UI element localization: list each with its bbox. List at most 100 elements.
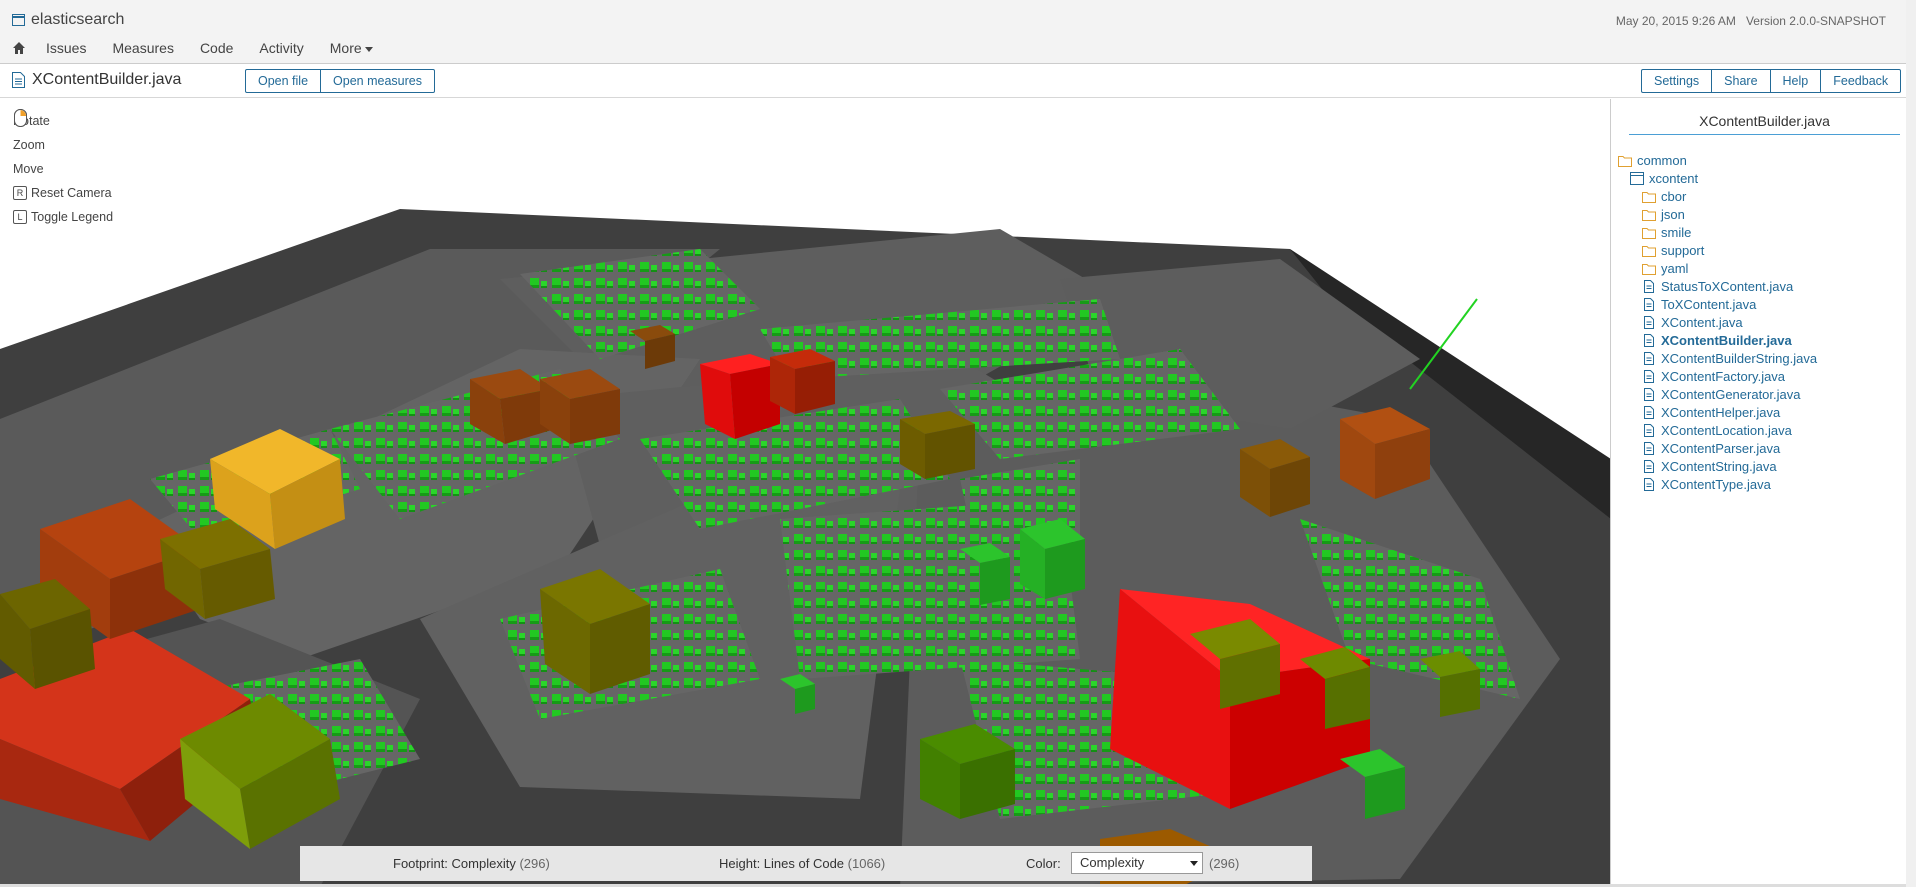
file-icon	[1644, 459, 1654, 473]
footprint-label: Footprint: Complexity	[393, 856, 516, 871]
tree-node-label: smile	[1661, 224, 1692, 240]
move-label: Move	[13, 162, 44, 176]
tree-node-label: XContentBuilderString.java	[1661, 350, 1818, 366]
window-scrollbar[interactable]	[1906, 0, 1916, 887]
file-title: XContentBuilder.java	[12, 71, 181, 89]
file-icon	[1644, 351, 1654, 365]
tree-title: XContentBuilder.java	[1629, 113, 1900, 135]
file-actions: Open file Open measures	[245, 69, 435, 93]
feedback-button[interactable]: Feedback	[1821, 69, 1902, 93]
file-icon	[1644, 387, 1654, 401]
home-icon[interactable]	[12, 41, 26, 55]
building[interactable]	[900, 411, 975, 479]
snapshot-date: May 20, 2015 9:26 AM	[1615, 14, 1736, 28]
tree-node-label: XContentGenerator.java	[1661, 386, 1801, 402]
tree-node-label: xcontent	[1649, 170, 1699, 186]
zoom-label: Zoom	[13, 138, 45, 152]
tree-node-label: json	[1661, 206, 1685, 222]
file-icon	[1644, 477, 1654, 491]
tree-node-label: cbor	[1661, 188, 1687, 204]
tree-node-label: XContentHelper.java	[1661, 404, 1781, 420]
color-metric-value: (296)	[1209, 856, 1239, 871]
mouse-icon	[14, 109, 27, 127]
file-name: XContentBuilder.java	[32, 71, 182, 88]
tree-node-label: ToXContent.java	[1661, 296, 1757, 312]
app: elasticsearch May 20, 2015 9:26 AM Versi…	[0, 0, 1916, 887]
folder-icon	[1642, 245, 1656, 257]
tree-node-label: StatusToXContent.java	[1661, 278, 1794, 294]
tree-node-label: XContentBuilder.java	[1661, 332, 1792, 348]
chevron-down-icon	[1190, 861, 1198, 866]
share-button[interactable]: Share	[1712, 69, 1771, 93]
height-metric: Height: Lines of Code (1066)	[719, 856, 885, 871]
file-icon	[1644, 405, 1654, 419]
folder-icon	[1618, 155, 1632, 167]
toggle-legend-control[interactable]: L Toggle Legend	[13, 205, 113, 229]
open-file-button[interactable]: Open file	[245, 69, 322, 93]
tree-node-label: XContentType.java	[1661, 476, 1771, 492]
file-icon	[1644, 279, 1654, 293]
folder-icon	[1642, 263, 1656, 275]
main-nav: Issues Measures Code Activity More	[12, 40, 399, 56]
file-icon	[1644, 441, 1654, 455]
package-icon	[1630, 171, 1644, 185]
camera-controls: Rotate Zoom Move R Reset Camera L Toggle…	[13, 109, 113, 229]
zoom-control[interactable]: Zoom	[13, 109, 113, 157]
top-bar: elasticsearch May 20, 2015 9:26 AM Versi…	[0, 0, 1906, 64]
chevron-down-icon	[364, 46, 373, 52]
code-city-render[interactable]	[0, 99, 1611, 887]
snapshot-version: Version 2.0.0-SNAPSHOT	[1745, 14, 1886, 28]
height-label: Height: Lines of Code	[719, 856, 845, 871]
toggle-legend-label: Toggle Legend	[31, 210, 114, 224]
building[interactable]	[700, 354, 780, 439]
key-icon: R	[13, 186, 27, 200]
reset-camera-control[interactable]: R Reset Camera	[13, 181, 113, 205]
file-icon	[1644, 315, 1654, 329]
tree-node-label: yaml	[1661, 260, 1689, 276]
tree-node-label: XContentFactory.java	[1661, 368, 1786, 384]
tree-node-label: support	[1661, 242, 1705, 258]
folder-icon	[1642, 227, 1656, 239]
file-tree-panel: XContentBuilder.java common xcontent cbo…	[1612, 99, 1906, 887]
tree-node-label: XContentLocation.java	[1661, 422, 1792, 438]
building[interactable]	[770, 349, 835, 414]
rotate-control[interactable]: Rotate	[13, 109, 113, 133]
tree-node-label: common	[1637, 152, 1687, 168]
footprint-value: (296)	[519, 856, 550, 871]
snapshot-info: May 20, 2015 9:26 AM Version 2.0.0-SNAPS…	[1616, 14, 1886, 28]
nav-issues[interactable]: Issues	[46, 40, 86, 56]
code-city-viewport[interactable]: Rotate Zoom Move R Reset Camera L Toggle…	[0, 99, 1611, 887]
nav-measures[interactable]: Measures	[112, 40, 173, 56]
file-icon	[1644, 333, 1654, 347]
project-title[interactable]: elasticsearch	[12, 11, 124, 29]
file-bar: XContentBuilder.java Open file Open meas…	[0, 64, 1906, 98]
settings-button[interactable]: Settings	[1641, 69, 1713, 93]
package-icon	[12, 14, 25, 26]
nav-more[interactable]: More	[330, 40, 373, 56]
tree-file[interactable]: XContentType.java	[1642, 473, 1771, 495]
nav-more-label: More	[329, 40, 362, 56]
metrics-legend: Footprint: Complexity (296) Height: Line…	[300, 846, 1312, 881]
tree-node-label: XContent.java	[1661, 314, 1743, 330]
color-metric-select[interactable]: Complexity	[1071, 852, 1203, 874]
color-metric-label: Color:	[1026, 856, 1061, 871]
open-measures-button[interactable]: Open measures	[321, 69, 435, 93]
project-name: elasticsearch	[31, 11, 125, 28]
reset-camera-label: Reset Camera	[31, 186, 112, 200]
file-icon	[1644, 297, 1654, 311]
file-icon	[1644, 369, 1654, 383]
nav-activity[interactable]: Activity	[259, 40, 303, 56]
color-value: (296)	[1209, 856, 1240, 871]
height-value: (1066)	[847, 856, 886, 871]
tree-node-label: XContentParser.java	[1661, 440, 1781, 456]
folder-icon	[1642, 191, 1656, 203]
move-control[interactable]: Move	[13, 109, 113, 181]
nav-code[interactable]: Code	[200, 40, 233, 56]
tree-node-label: XContentString.java	[1661, 458, 1777, 474]
file-icon	[12, 72, 25, 88]
help-button[interactable]: Help	[1770, 69, 1822, 93]
color-metric-selected: Complexity	[1080, 855, 1145, 870]
workspace-actions: Settings Share Help Feedback	[1641, 69, 1902, 93]
footprint-metric: Footprint: Complexity (296)	[393, 856, 550, 871]
file-icon	[1644, 423, 1654, 437]
